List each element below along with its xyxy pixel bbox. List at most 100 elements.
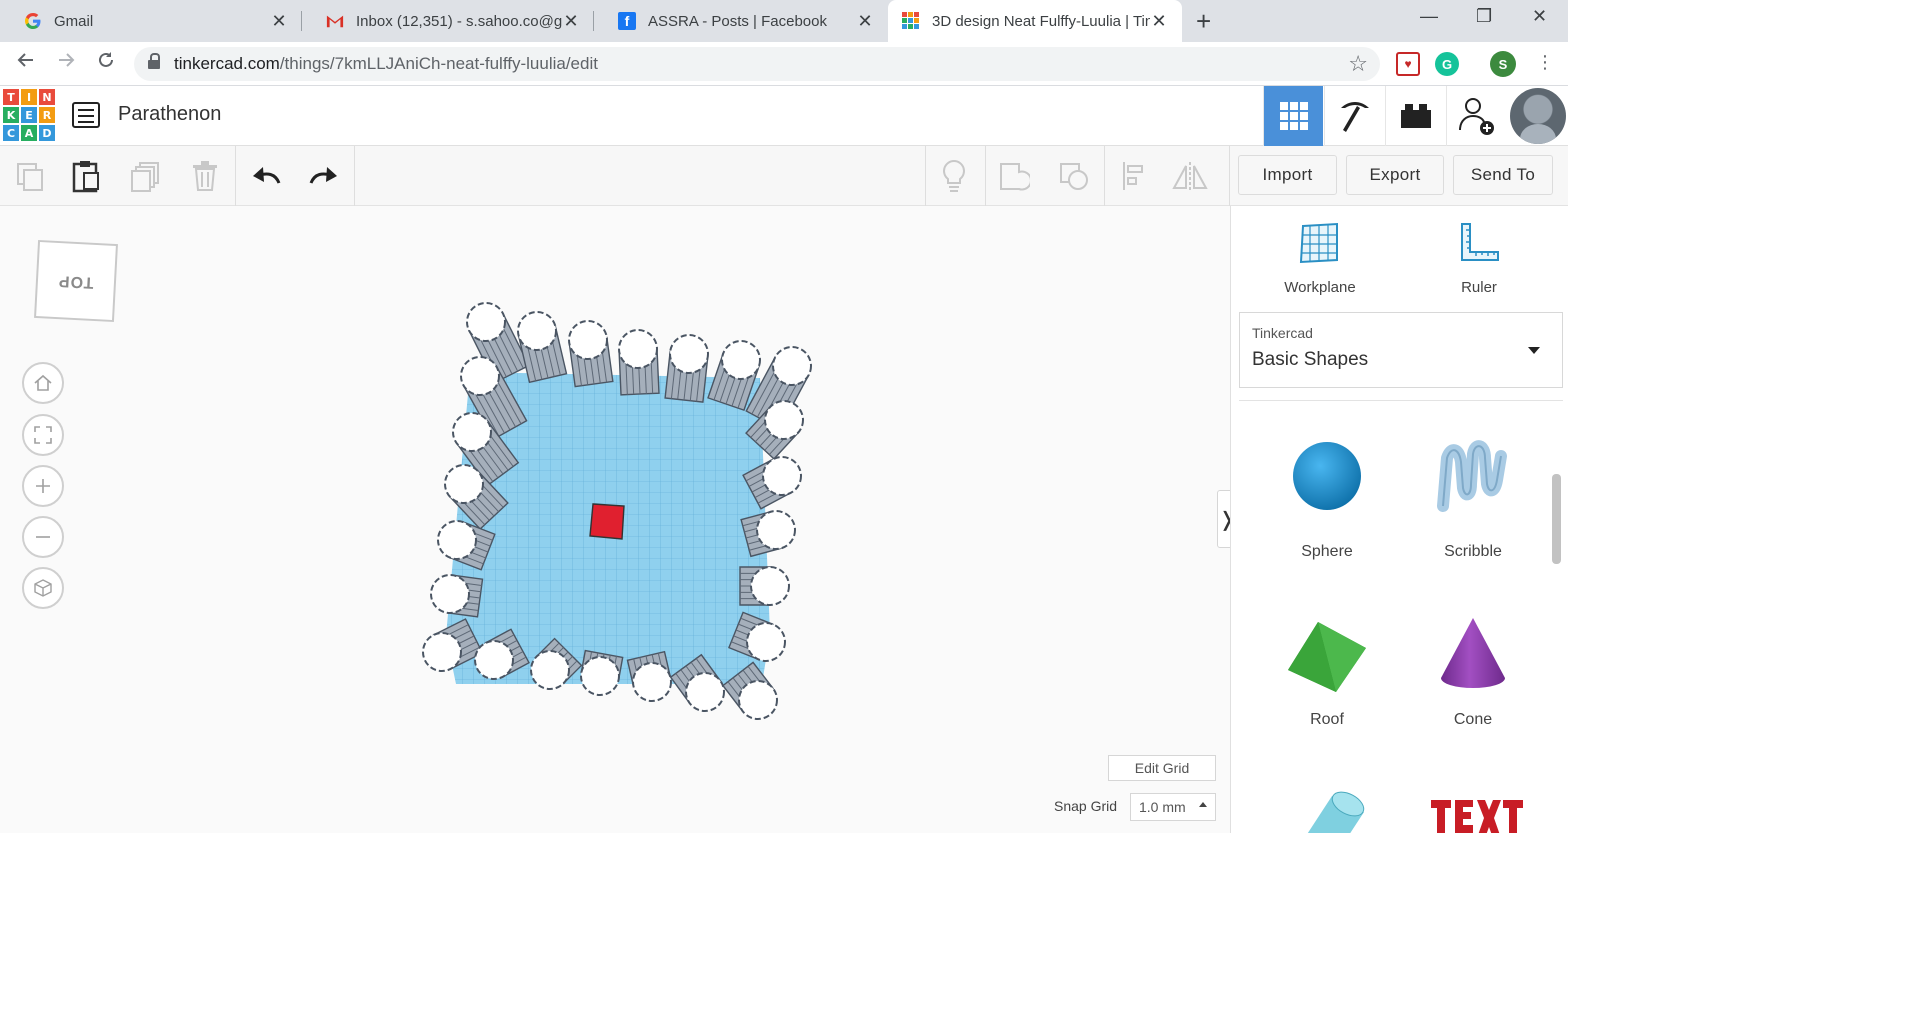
menu-dots-icon[interactable]: ⋮: [1536, 52, 1554, 73]
delete-button[interactable]: [185, 156, 225, 196]
facebook-icon: f: [618, 12, 636, 30]
shape-scribble[interactable]: Scribble: [1413, 436, 1533, 561]
redo-button[interactable]: [304, 156, 344, 196]
import-button[interactable]: Import: [1238, 155, 1337, 195]
ruler-tool[interactable]: Ruler: [1424, 220, 1534, 296]
export-button[interactable]: Export: [1346, 155, 1444, 195]
bookmark-star-icon[interactable]: ☆: [1348, 51, 1368, 77]
workplane-label: Workplane: [1284, 279, 1356, 296]
column[interactable]: [740, 510, 796, 558]
grammarly-icon[interactable]: G: [1435, 52, 1459, 76]
minimize-icon[interactable]: —: [1420, 6, 1438, 27]
column[interactable]: [430, 574, 484, 618]
logo-letter: R: [39, 107, 55, 123]
workplane-scene[interactable]: [0, 206, 1230, 833]
invite-user-button[interactable]: [1446, 86, 1506, 146]
edit-grid-button[interactable]: Edit Grid: [1108, 755, 1216, 781]
align-button[interactable]: [1114, 156, 1154, 196]
extension-shield-icon[interactable]: ♥: [1396, 52, 1420, 76]
copy-button[interactable]: [10, 156, 50, 196]
tinkercad-icon: [902, 12, 920, 30]
logo-letter: C: [3, 125, 19, 141]
column[interactable]: [568, 320, 614, 388]
shape-library-dropdown[interactable]: Tinkercad Basic Shapes: [1239, 312, 1563, 388]
close-icon[interactable]: ✕: [270, 11, 288, 32]
logo-letter: E: [21, 107, 37, 123]
tab-gmail[interactable]: Gmail ✕: [0, 0, 302, 42]
address-bar[interactable]: tinkercad.com/things/7kmLLJAniCh-neat-fu…: [134, 47, 1380, 81]
group-button[interactable]: [994, 156, 1034, 196]
pickaxe-icon: [1340, 102, 1369, 132]
new-tab-icon[interactable]: +: [1196, 6, 1211, 37]
window-close-icon[interactable]: ✕: [1532, 6, 1547, 27]
tab-inbox[interactable]: Inbox (12,351) - s.sahoo.co@gma ✕: [302, 0, 594, 42]
notes-button[interactable]: [934, 156, 974, 196]
shape-sphere[interactable]: Sphere: [1267, 436, 1387, 561]
library-name: Basic Shapes: [1252, 349, 1369, 370]
dropdown-arrow-icon: [1528, 347, 1540, 354]
column[interactable]: [618, 329, 660, 396]
browser-toolbar: tinkercad.com/things/7kmLLJAniCh-neat-fu…: [0, 42, 1568, 86]
duplicate-icon: [131, 162, 159, 192]
duplicate-button[interactable]: [126, 156, 166, 196]
snap-grid-select[interactable]: 1.0 mm: [1130, 793, 1216, 821]
forward-icon[interactable]: [56, 50, 76, 76]
roof-icon: [1288, 622, 1366, 692]
paste-button[interactable]: [66, 156, 106, 196]
library-source: Tinkercad: [1252, 325, 1313, 341]
tab-title: 3D design Neat Fulffy-Luulia | Tin: [932, 12, 1150, 30]
align-icon: [1123, 162, 1143, 190]
back-icon[interactable]: [16, 50, 36, 76]
column[interactable]: [626, 650, 672, 702]
lightbulb-icon: [943, 159, 965, 192]
send-to-button[interactable]: Send To: [1453, 155, 1553, 195]
design-list-icon[interactable]: [72, 102, 100, 128]
restore-icon[interactable]: ❐: [1476, 6, 1492, 27]
lock-icon: [148, 53, 160, 70]
ungroup-button[interactable]: [1054, 156, 1094, 196]
workplane-tool[interactable]: Workplane: [1265, 220, 1375, 296]
tab-tinkercad[interactable]: 3D design Neat Fulffy-Luulia | Tin ✕: [888, 0, 1182, 42]
project-title[interactable]: Parathenon: [118, 103, 221, 126]
3d-canvas[interactable]: TOP ❭ Edit Grid Snap Grid 1.0 mm: [0, 206, 1237, 833]
snap-grid-value: 1.0 mm: [1139, 799, 1186, 815]
column[interactable]: [739, 566, 790, 606]
bricks-button[interactable]: [1385, 86, 1445, 146]
add-user-icon: [1458, 98, 1494, 135]
shape-label: Scribble: [1444, 543, 1502, 560]
close-icon[interactable]: ✕: [562, 11, 580, 32]
snap-grid-label: Snap Grid: [1054, 798, 1118, 814]
cylinder-icon: [1307, 791, 1365, 833]
user-avatar[interactable]: [1510, 88, 1566, 144]
shape-text[interactable]: [1413, 794, 1533, 833]
shape-label: Cone: [1453, 711, 1493, 728]
column[interactable]: [664, 334, 709, 403]
tab-facebook[interactable]: f ASSRA - Posts | Facebook ✕: [594, 0, 888, 42]
ungroup-icon: [1060, 163, 1088, 190]
panel-scrollbar[interactable]: [1552, 474, 1561, 564]
logo-letter: K: [3, 107, 19, 123]
url-path: /things/7kmLLJAniCh-neat-fulffy-luulia/e…: [279, 54, 598, 73]
close-icon[interactable]: ✕: [1150, 11, 1168, 32]
3d-view-button[interactable]: [1263, 86, 1323, 146]
cone-icon: [1441, 618, 1505, 688]
blocks-button[interactable]: [1324, 86, 1384, 146]
undo-button[interactable]: [246, 156, 286, 196]
profile-avatar[interactable]: S: [1490, 51, 1516, 77]
ruler-icon: [1461, 223, 1499, 261]
google-g-icon: [24, 12, 42, 30]
trash-icon: [193, 161, 217, 191]
shape-cylinder[interactable]: [1267, 782, 1387, 833]
column[interactable]: [580, 649, 624, 696]
column[interactable]: [517, 311, 568, 384]
tab-title: ASSRA - Posts | Facebook: [648, 12, 827, 30]
tinkercad-logo[interactable]: T I N K E R C A D: [3, 89, 55, 141]
mirror-button[interactable]: [1170, 156, 1210, 196]
red-cube[interactable]: [589, 503, 625, 540]
shape-cone[interactable]: Cone: [1413, 614, 1533, 729]
logo-letter: T: [3, 89, 19, 105]
close-icon[interactable]: ✕: [856, 11, 874, 32]
shape-roof[interactable]: Roof: [1267, 614, 1387, 729]
reload-icon[interactable]: [96, 50, 116, 76]
paste-icon: [72, 161, 99, 193]
